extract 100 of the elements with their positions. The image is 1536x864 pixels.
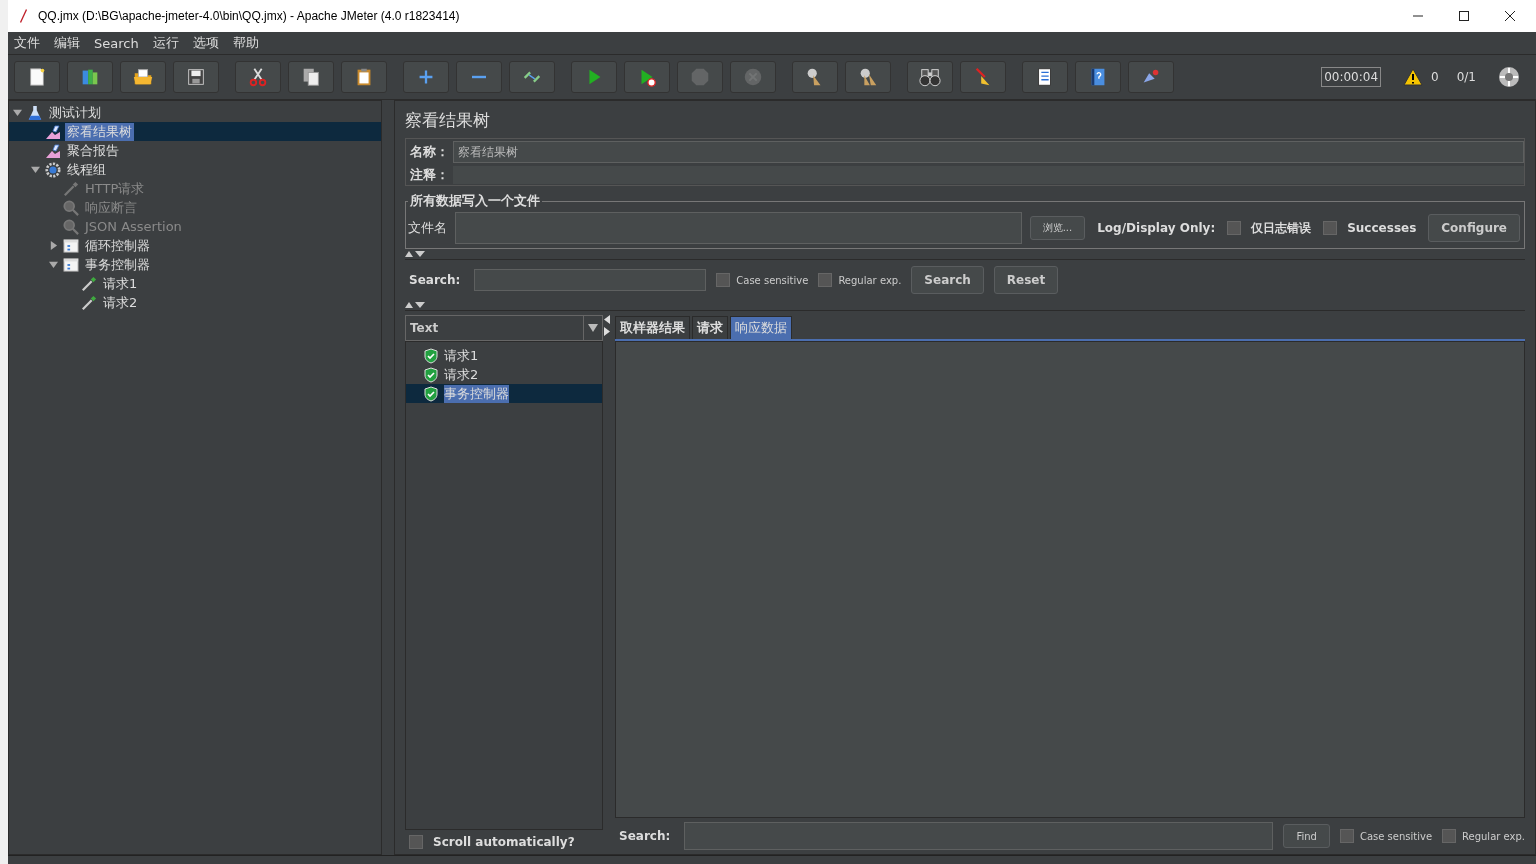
checkbox-label: Regular exp. xyxy=(838,274,902,286)
comment-field[interactable] xyxy=(453,166,1524,184)
search-field[interactable] xyxy=(684,822,1274,850)
menu-item[interactable]: 运行 xyxy=(152,34,179,52)
checkbox-label: Case sensitive xyxy=(1359,830,1433,842)
toolbar-button[interactable] xyxy=(14,61,60,93)
tree-item[interactable]: 测试计划 xyxy=(47,103,103,122)
collapse-arrows-icon[interactable] xyxy=(405,250,427,258)
thread-count: 0/1 xyxy=(1456,70,1476,84)
toolbar-button[interactable] xyxy=(173,61,219,93)
pipette-icon xyxy=(81,294,97,311)
menu-item[interactable]: 编辑 xyxy=(54,34,80,52)
toolbar-button[interactable] xyxy=(907,61,953,93)
tree-item[interactable]: 察看结果树 xyxy=(65,122,134,141)
filename-field[interactable] xyxy=(455,212,1022,244)
gear-icon xyxy=(45,161,61,178)
group-title: 所有数据写入一个文件 xyxy=(409,192,541,210)
expander-icon[interactable] xyxy=(13,108,22,117)
checkbox[interactable] xyxy=(1442,829,1457,843)
option-label: Log/Display Only: xyxy=(1096,221,1217,235)
tree-item[interactable]: 事务控制器 xyxy=(83,255,152,274)
checkbox[interactable] xyxy=(818,273,833,287)
find-button[interactable]: Find xyxy=(1283,824,1330,848)
expander-icon[interactable] xyxy=(49,241,58,250)
expander-icon[interactable] xyxy=(49,260,58,269)
checkbox-label: 仅日志错误 xyxy=(1249,219,1313,237)
result-item[interactable]: 请求1 xyxy=(444,346,479,365)
tree-item[interactable]: 聚合报告 xyxy=(65,141,121,160)
toolbar-button[interactable] xyxy=(792,61,838,93)
tab[interactable]: 响应数据 xyxy=(730,316,792,339)
checkbox[interactable] xyxy=(1339,829,1354,843)
field-label: 注释： xyxy=(409,166,450,184)
flask-icon xyxy=(27,104,43,121)
feather-icon xyxy=(18,8,28,24)
tab[interactable]: 请求 xyxy=(692,316,728,339)
browse-button[interactable]: 浏览... xyxy=(1029,216,1086,240)
toolbar-button[interactable] xyxy=(845,61,891,93)
collapse-arrows-icon[interactable] xyxy=(405,301,427,309)
checkbox-label: Regular exp. xyxy=(1462,830,1525,842)
stop-icon xyxy=(689,66,711,88)
window-icon xyxy=(63,256,79,273)
binoculars-icon xyxy=(919,66,941,88)
checkbox[interactable] xyxy=(1227,221,1242,235)
panel-title: 察看结果树 xyxy=(405,109,491,132)
field-label: 文件名 xyxy=(408,219,447,237)
elapsed-time: 00:00:04 xyxy=(1321,67,1382,87)
caret-icon xyxy=(588,324,598,332)
pipette-icon xyxy=(81,275,97,292)
search-label: Search: xyxy=(618,829,672,843)
tree-item[interactable]: 请求1 xyxy=(101,274,140,293)
checkbox[interactable] xyxy=(409,835,423,849)
expander-icon[interactable] xyxy=(31,165,40,174)
checkbox-label: Successes xyxy=(1346,221,1418,235)
close-icon[interactable] xyxy=(1504,10,1516,22)
tree-item[interactable]: 循环控制器 xyxy=(83,236,152,255)
toolbar-button[interactable] xyxy=(341,61,387,93)
configure-button[interactable]: Configure xyxy=(1428,214,1520,242)
magnifier-icon xyxy=(63,218,79,235)
checkbox[interactable] xyxy=(716,273,731,287)
tree-item[interactable]: 线程组 xyxy=(65,160,108,179)
chart-icon xyxy=(45,142,61,159)
checkbox-label: Case sensitive xyxy=(736,274,809,286)
field-label: 名称： xyxy=(409,143,450,161)
toolbar-button[interactable] xyxy=(120,61,166,93)
search-field[interactable] xyxy=(474,269,707,291)
search-button[interactable]: Search xyxy=(911,266,984,294)
menu-item[interactable]: 帮助 xyxy=(232,34,259,52)
window-icon xyxy=(63,237,79,254)
warning-count: 0 xyxy=(1431,70,1439,84)
reset-button[interactable]: Reset xyxy=(993,266,1059,294)
window-title: QQ.jmx (D:\BG\apache-jmeter-4.0\bin\QQ.jmx) - Apache JMeter (4.0 r1823414) xyxy=(38,9,460,23)
toolbar-button[interactable] xyxy=(288,61,334,93)
success-shield-icon xyxy=(424,366,438,383)
search-label: Search: xyxy=(408,273,462,287)
menu-item[interactable]: Search xyxy=(94,35,139,51)
tree-item[interactable]: 请求2 xyxy=(101,293,140,312)
maximize-icon[interactable] xyxy=(1458,10,1470,22)
renderer-dropdown[interactable]: Text xyxy=(405,315,603,341)
success-shield-icon xyxy=(424,347,438,364)
menu-item[interactable]: 选项 xyxy=(192,34,219,52)
menu-item[interactable]: 文件 xyxy=(14,34,40,52)
warning-icon[interactable] xyxy=(1403,68,1424,86)
checkbox-label: Scroll automatically? xyxy=(432,835,576,849)
toolbar-button[interactable] xyxy=(235,61,281,93)
status-indicator-icon xyxy=(1498,66,1520,88)
magnifier-icon xyxy=(63,199,79,216)
result-item[interactable]: 请求2 xyxy=(444,365,479,384)
pipette-icon xyxy=(63,180,79,197)
success-shield-icon xyxy=(424,385,438,402)
tab[interactable]: 取样器结果 xyxy=(615,316,690,339)
shutdown-icon xyxy=(742,66,764,88)
split-arrows-icon[interactable] xyxy=(603,315,611,337)
checkbox[interactable] xyxy=(1323,221,1338,235)
chart-icon xyxy=(45,123,61,140)
toolbar-button[interactable] xyxy=(67,61,113,93)
name-field[interactable]: 察看结果树 xyxy=(453,141,1524,163)
scissors-icon xyxy=(247,66,269,88)
result-item[interactable]: 事务控制器 xyxy=(444,384,509,403)
toolbar-button[interactable] xyxy=(1022,61,1068,93)
minus-icon xyxy=(471,75,487,79)
